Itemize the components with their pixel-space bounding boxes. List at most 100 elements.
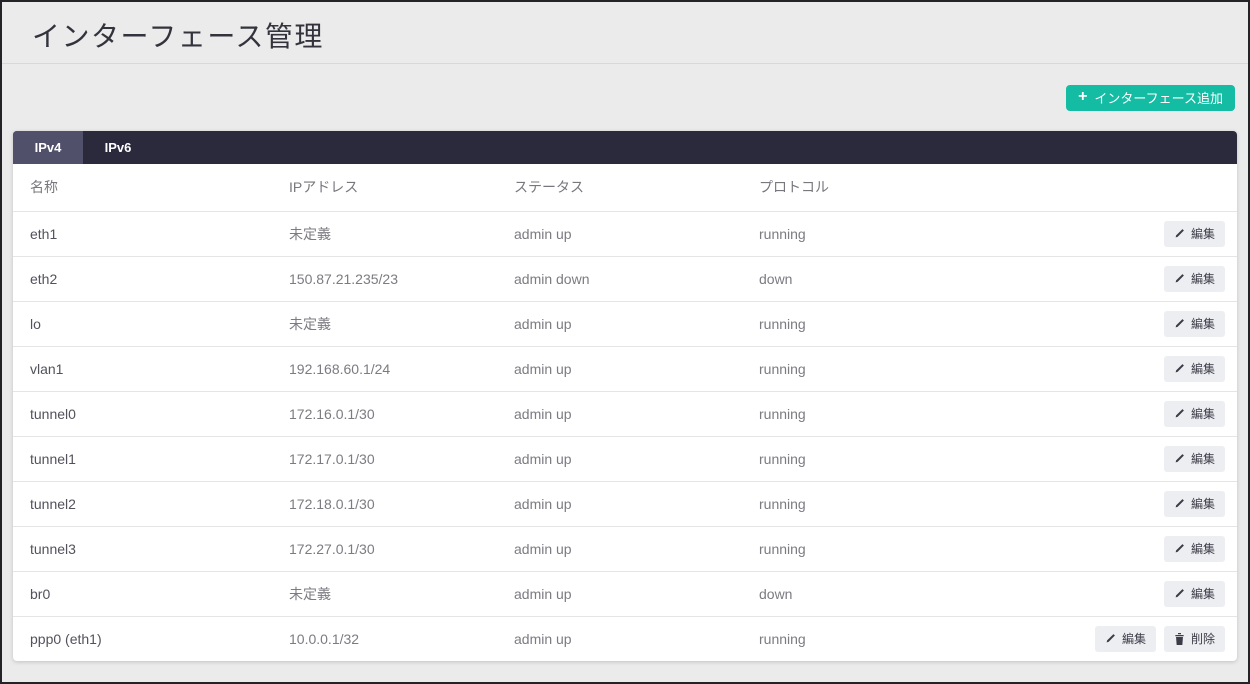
- pencil-icon: [1174, 498, 1185, 509]
- plus-icon: +: [1078, 89, 1087, 105]
- cell-name: vlan1: [13, 346, 272, 391]
- cell-name: tunnel1: [13, 436, 272, 481]
- cell-ip: 未定義: [272, 211, 497, 256]
- edit-button[interactable]: 編集: [1164, 536, 1225, 562]
- page-title: インターフェース管理: [32, 15, 1248, 55]
- cell-actions: 編集: [1022, 571, 1237, 616]
- edit-button[interactable]: 編集: [1164, 356, 1225, 382]
- cell-name: tunnel2: [13, 481, 272, 526]
- edit-button[interactable]: 編集: [1164, 401, 1225, 427]
- cell-ip: 172.27.0.1/30: [272, 526, 497, 571]
- cell-status: admin up: [497, 346, 742, 391]
- tab-bar: IPv4IPv6: [13, 131, 1237, 164]
- edit-button[interactable]: 編集: [1164, 446, 1225, 472]
- cell-actions: 編集: [1022, 391, 1237, 436]
- interface-panel: IPv4IPv6 名称IPアドレスステータスプロトコル eth1未定義admin…: [13, 131, 1237, 661]
- cell-actions: 編集: [1022, 301, 1237, 346]
- table-row: tunnel2172.18.0.1/30admin uprunning 編集: [13, 481, 1237, 526]
- edit-button-label: 編集: [1122, 630, 1146, 647]
- cell-actions: 編集: [1022, 211, 1237, 256]
- cell-protocol: running: [742, 301, 1022, 346]
- cell-ip: 未定義: [272, 301, 497, 346]
- edit-button-label: 編集: [1191, 540, 1215, 557]
- column-header: ステータス: [497, 164, 742, 211]
- interface-table: 名称IPアドレスステータスプロトコル eth1未定義admin uprunnin…: [13, 164, 1237, 661]
- edit-button[interactable]: 編集: [1164, 221, 1225, 247]
- table-header-row: 名称IPアドレスステータスプロトコル: [13, 164, 1237, 211]
- table-row: lo未定義admin uprunning 編集: [13, 301, 1237, 346]
- cell-status: admin up: [497, 301, 742, 346]
- cell-protocol: running: [742, 346, 1022, 391]
- pencil-icon: [1174, 228, 1185, 239]
- table-row: br0未定義admin updown編集: [13, 571, 1237, 616]
- column-header-actions: [1022, 164, 1237, 211]
- cell-name: lo: [13, 301, 272, 346]
- cell-ip: 150.87.21.235/23: [272, 256, 497, 301]
- cell-ip: 10.0.0.1/32: [272, 616, 497, 661]
- edit-button-label: 編集: [1191, 585, 1215, 602]
- cell-actions: 編集: [1022, 526, 1237, 571]
- edit-button-label: 編集: [1191, 315, 1215, 332]
- cell-status: admin up: [497, 481, 742, 526]
- edit-button-label: 編集: [1191, 225, 1215, 242]
- table-row: vlan1192.168.60.1/24admin uprunning 編集: [13, 346, 1237, 391]
- cell-protocol: down: [742, 571, 1022, 616]
- cell-status: admin up: [497, 391, 742, 436]
- cell-status: admin down: [497, 256, 742, 301]
- edit-button-label: 編集: [1191, 360, 1215, 377]
- cell-name: ppp0 (eth1): [13, 616, 272, 661]
- cell-actions: 編集: [1022, 256, 1237, 301]
- pencil-icon: [1174, 543, 1185, 554]
- tab-ipv4[interactable]: IPv4: [13, 131, 83, 164]
- cell-status: admin up: [497, 436, 742, 481]
- delete-button[interactable]: 削除: [1164, 626, 1225, 652]
- table-row: eth2150.87.21.235/23admin downdown編集: [13, 256, 1237, 301]
- table-row: tunnel3172.27.0.1/30admin uprunning 編集: [13, 526, 1237, 571]
- pencil-icon: [1105, 633, 1116, 644]
- cell-status: admin up: [497, 571, 742, 616]
- cell-protocol: running: [742, 211, 1022, 256]
- page-header: インターフェース管理: [2, 2, 1248, 64]
- add-interface-button-label: インターフェース追加: [1094, 92, 1223, 105]
- cell-protocol: running: [742, 436, 1022, 481]
- edit-button[interactable]: 編集: [1095, 626, 1156, 652]
- cell-name: tunnel3: [13, 526, 272, 571]
- edit-button-label: 編集: [1191, 495, 1215, 512]
- pencil-icon: [1174, 408, 1185, 419]
- column-header: IPアドレス: [272, 164, 497, 211]
- trash-icon: [1174, 633, 1185, 645]
- cell-protocol: running: [742, 391, 1022, 436]
- add-interface-button[interactable]: + インターフェース追加: [1066, 85, 1235, 111]
- cell-protocol: running: [742, 526, 1022, 571]
- edit-button[interactable]: 編集: [1164, 491, 1225, 517]
- cell-protocol: running: [742, 481, 1022, 526]
- delete-button-label: 削除: [1191, 630, 1215, 647]
- toolbar: + インターフェース追加: [2, 64, 1248, 111]
- cell-protocol: running: [742, 616, 1022, 661]
- edit-button-label: 編集: [1191, 270, 1215, 287]
- cell-ip: 172.17.0.1/30: [272, 436, 497, 481]
- edit-button-label: 編集: [1191, 450, 1215, 467]
- edit-button[interactable]: 編集: [1164, 311, 1225, 337]
- cell-ip: 192.168.60.1/24: [272, 346, 497, 391]
- cell-protocol: down: [742, 256, 1022, 301]
- cell-ip: 172.18.0.1/30: [272, 481, 497, 526]
- cell-actions: 編集: [1022, 436, 1237, 481]
- cell-status: admin up: [497, 211, 742, 256]
- table-row: eth1未定義admin uprunning 編集: [13, 211, 1237, 256]
- cell-status: admin up: [497, 526, 742, 571]
- tab-ipv6[interactable]: IPv6: [83, 131, 153, 164]
- pencil-icon: [1174, 318, 1185, 329]
- cell-ip: 172.16.0.1/30: [272, 391, 497, 436]
- edit-button[interactable]: 編集: [1164, 266, 1225, 292]
- cell-name: eth1: [13, 211, 272, 256]
- table-row: tunnel1172.17.0.1/30admin uprunning 編集: [13, 436, 1237, 481]
- pencil-icon: [1174, 273, 1185, 284]
- cell-name: tunnel0: [13, 391, 272, 436]
- cell-actions: 編集: [1022, 481, 1237, 526]
- cell-ip: 未定義: [272, 571, 497, 616]
- pencil-icon: [1174, 453, 1185, 464]
- cell-actions: 編集 削除: [1022, 616, 1237, 661]
- edit-button[interactable]: 編集: [1164, 581, 1225, 607]
- column-header: 名称: [13, 164, 272, 211]
